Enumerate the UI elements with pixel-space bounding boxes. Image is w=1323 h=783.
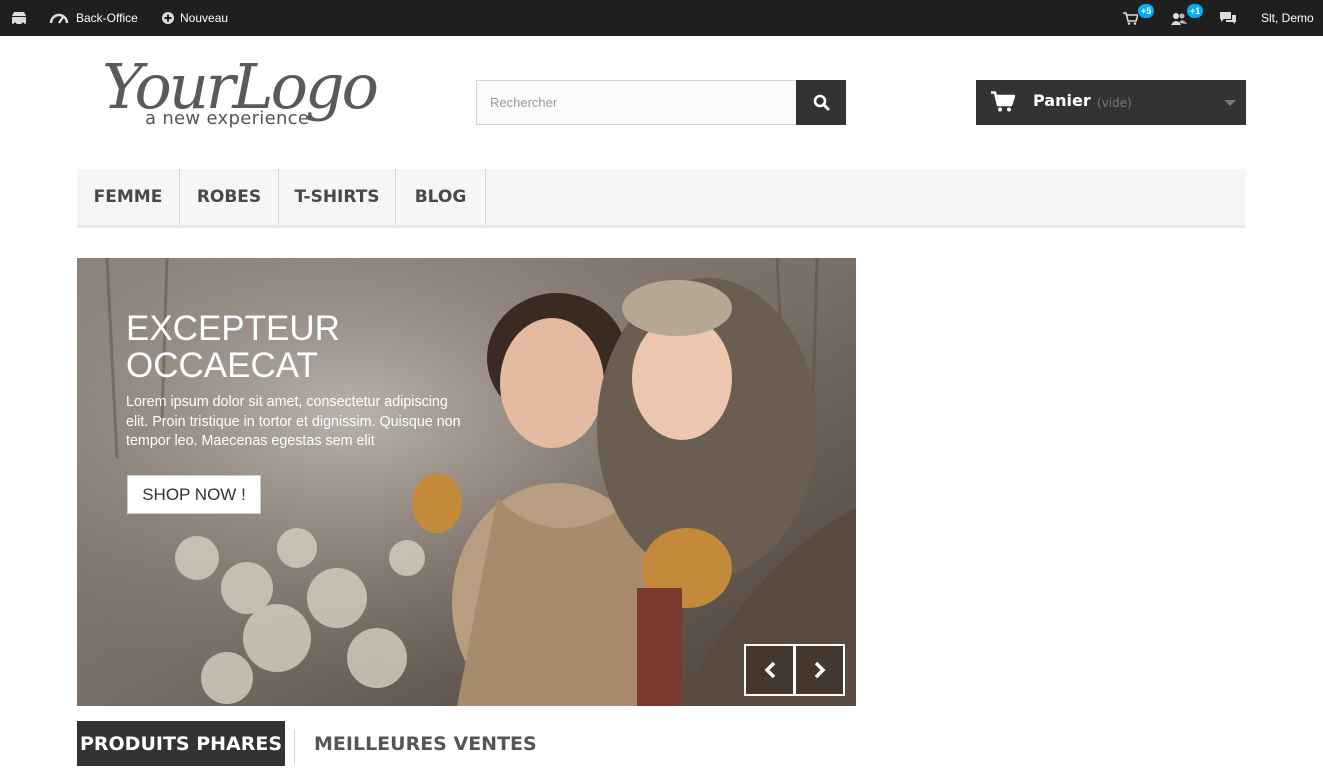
chat-icon (1220, 12, 1236, 24)
shop-now-button[interactable]: SHOP NOW ! (127, 475, 261, 514)
menu-item-blog[interactable]: BLOG (396, 169, 486, 225)
caret-down-icon (1224, 100, 1236, 106)
back-office-link[interactable]: Back-Office (49, 0, 138, 36)
chevron-right-icon (814, 661, 825, 679)
menu-item-tshirts[interactable]: T-SHIRTS (279, 169, 396, 225)
shopping-cart-icon (991, 91, 1015, 112)
cart-label: Panier (1033, 91, 1091, 110)
slide-title: EXCEPTEUR OCCAECAT (126, 310, 446, 384)
chevron-left-icon (764, 661, 775, 679)
new-label: Nouveau (180, 11, 229, 25)
logo-tagline: a new experience (145, 108, 310, 129)
customers-badge: +1 (1187, 4, 1204, 18)
store-icon[interactable] (10, 0, 28, 36)
tab-featured-products[interactable]: PRODUITS PHARES (77, 721, 285, 766)
homepage-slider: EXCEPTEUR OCCAECAT Lorem ipsum dolor sit… (77, 258, 856, 706)
search-input[interactable] (476, 80, 797, 125)
dashboard-icon (49, 13, 69, 24)
tab-best-sellers[interactable]: MEILLEURES VENTES (314, 721, 537, 766)
cart-block[interactable]: Panier (vide) (976, 80, 1246, 125)
search-form (476, 80, 846, 125)
back-office-label: Back-Office (76, 11, 138, 25)
user-menu[interactable]: Slt, Demo (1261, 0, 1314, 36)
slide-title-line1: EXCEPTEUR (126, 309, 340, 348)
orders-notification[interactable] (1123, 0, 1138, 36)
plus-circle-icon (162, 12, 174, 24)
slide-title-line2: OCCAECAT (126, 346, 318, 385)
customers-notification[interactable] (1171, 0, 1187, 36)
admin-toolbar: Back-Office Nouveau +5 +1 Slt, Demo (0, 0, 1323, 36)
menu-item-femme[interactable]: FEMME (77, 169, 180, 225)
cart-icon (1123, 11, 1138, 25)
slider-prev-button[interactable] (744, 644, 795, 696)
tab-divider (294, 729, 295, 765)
cart-status: (vide) (1097, 96, 1132, 110)
search-icon (813, 94, 829, 111)
store-logo[interactable]: YourLogo a new experience (100, 52, 390, 137)
search-button[interactable] (796, 80, 846, 125)
users-icon (1171, 12, 1187, 25)
slider-next-button[interactable] (794, 644, 845, 696)
user-greeting: Slt, Demo (1261, 11, 1314, 25)
new-link[interactable]: Nouveau (162, 0, 228, 36)
menu-item-robes[interactable]: ROBES (180, 169, 279, 225)
messages-notification[interactable] (1220, 0, 1236, 36)
orders-badge: +5 (1138, 4, 1155, 18)
main-menu: FEMME ROBES T-SHIRTS BLOG (77, 169, 1246, 228)
slide-description: Lorem ipsum dolor sit amet, consectetur … (126, 394, 461, 449)
